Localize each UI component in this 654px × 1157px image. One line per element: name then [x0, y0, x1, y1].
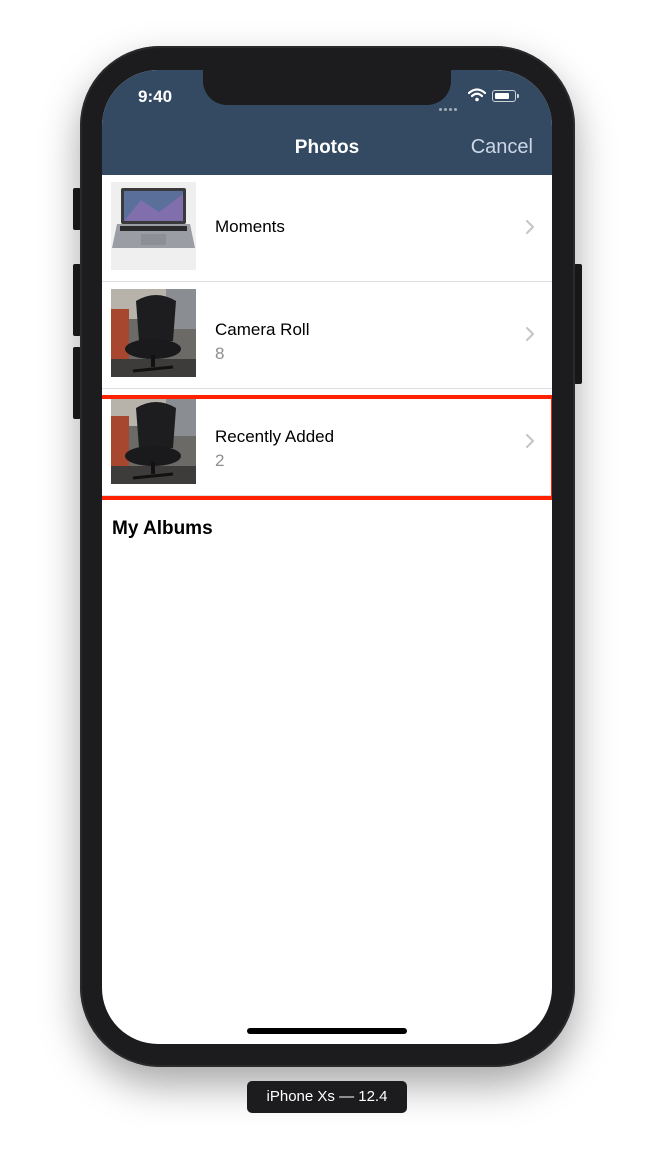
chevron-right-icon: [526, 327, 534, 341]
home-indicator[interactable]: [247, 1028, 407, 1034]
moments-thumbnail: [111, 182, 196, 270]
phone-screen: 9:40 Photos Cancel Moments Camera Roll 8…: [102, 70, 552, 1044]
camera-roll-thumbnail: [111, 289, 196, 377]
album-row-moments[interactable]: Moments: [102, 175, 552, 282]
notch: [203, 70, 451, 105]
recently-added-thumbnail: [111, 396, 196, 484]
chevron-right-icon: [526, 220, 534, 234]
device-label: iPhone Xs — 12.4: [247, 1081, 407, 1113]
side-button: [574, 264, 582, 384]
battery-cap: [517, 94, 519, 98]
album-title: Moments: [215, 217, 285, 236]
navigation-bar: 9:40 Photos Cancel: [102, 70, 552, 175]
signal-icon: [439, 98, 461, 111]
album-row-recently-added[interactable]: Recently Added 2: [102, 389, 552, 496]
status-time: 9:40: [138, 87, 173, 106]
cancel-button[interactable]: Cancel: [471, 136, 533, 159]
my-albums-header: My Albums: [112, 518, 213, 539]
album-title: Recently Added: [215, 427, 335, 446]
chevron-right-icon: [526, 434, 534, 448]
battery-icon: [492, 90, 516, 102]
wifi-icon: [468, 88, 486, 102]
simulator-stage: 9:40 Photos Cancel Moments Camera Roll 8…: [0, 0, 654, 1157]
album-row-camera-roll[interactable]: Camera Roll 8: [102, 282, 552, 389]
album-count: 2: [215, 451, 225, 470]
album-count: 8: [215, 344, 225, 363]
album-title: Camera Roll: [215, 320, 310, 339]
album-list: Moments Camera Roll 8 Recently Added 2: [102, 175, 552, 500]
